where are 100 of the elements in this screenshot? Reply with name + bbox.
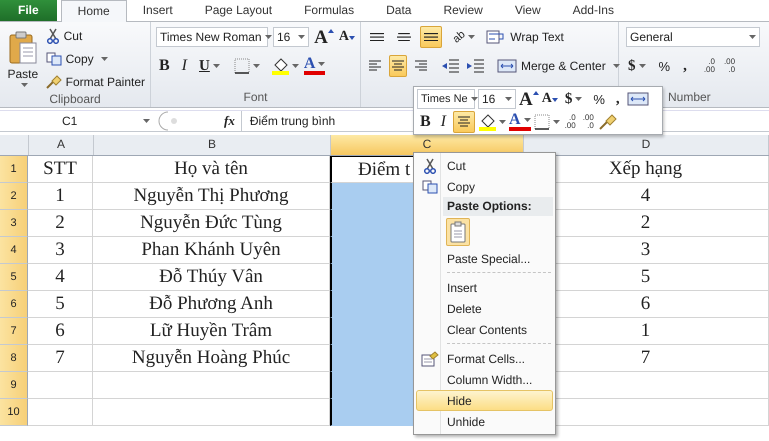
caret-icon xyxy=(749,35,756,39)
up-arrow-icon xyxy=(328,29,334,33)
ribbon-tab[interactable]: Data xyxy=(370,0,428,21)
currency-button[interactable]: $ xyxy=(624,58,650,74)
caret-icon xyxy=(575,97,582,101)
row-header[interactable]: 6 xyxy=(0,291,28,318)
menu-item[interactable]: Column Width... xyxy=(416,369,553,390)
merge-center-button[interactable]: Merge & Center xyxy=(497,56,620,76)
table-cell: Đỗ Phương Anh xyxy=(93,291,330,318)
ribbon-tab[interactable]: Add-Ins xyxy=(556,0,630,21)
row-header[interactable]: 10 xyxy=(0,399,28,426)
copy-button[interactable]: Copy xyxy=(46,49,145,69)
underline-button[interactable]: U xyxy=(196,56,223,76)
menu-item[interactable]: Hide xyxy=(416,390,553,411)
caret-icon xyxy=(638,64,646,68)
name-box[interactable]: C1 xyxy=(0,114,150,128)
font-color-button[interactable]: A xyxy=(304,57,326,75)
caret-icon xyxy=(505,97,512,101)
comma-style-button[interactable]: , xyxy=(612,90,624,108)
center-align-button[interactable] xyxy=(453,111,475,133)
scissors-icon xyxy=(423,158,437,174)
ribbon-tab[interactable]: View xyxy=(498,0,557,21)
table-cell: 6 xyxy=(28,318,93,345)
table-cell: STT xyxy=(28,156,93,183)
align-lines-icon xyxy=(424,32,438,42)
paste-option-button[interactable] xyxy=(446,218,470,246)
increase-decimal-button[interactable]: .0 .00 xyxy=(562,114,578,130)
fill-color-button[interactable] xyxy=(478,112,506,132)
fill-color-button[interactable] xyxy=(270,56,299,76)
ribbon-tab[interactable]: Page Layout xyxy=(188,0,288,21)
align-button[interactable] xyxy=(420,26,442,48)
font-color-button[interactable]: A xyxy=(509,113,531,131)
clipboard-icon xyxy=(8,31,38,65)
caret-icon xyxy=(292,64,299,68)
shrink-font-button[interactable]: A xyxy=(542,89,558,109)
align-button[interactable] xyxy=(389,55,407,77)
row-header[interactable]: 8 xyxy=(0,345,28,372)
decrease-indent-icon[interactable] xyxy=(441,58,461,74)
ribbon-tab[interactable]: Home xyxy=(60,0,127,22)
shrink-font-button[interactable]: A xyxy=(338,27,355,47)
merge-cells-icon[interactable] xyxy=(626,91,649,107)
increase-decimal-button[interactable]: .0 .00 xyxy=(702,58,717,74)
borders-button[interactable] xyxy=(534,112,560,132)
caret-icon xyxy=(20,83,28,87)
ribbon-tab[interactable]: Formulas xyxy=(288,0,370,21)
menu-item[interactable]: Unhide xyxy=(416,411,553,432)
font-size-dropdown[interactable]: 16 xyxy=(478,89,516,109)
insert-function-button[interactable]: fx xyxy=(224,113,235,129)
table-cell: 5 xyxy=(28,291,93,318)
format-painter-button[interactable]: Format Painter xyxy=(46,72,145,92)
row-header[interactable]: 2 xyxy=(0,183,28,210)
row-header[interactable]: 3 xyxy=(0,210,28,237)
caret-icon xyxy=(298,35,306,39)
percent-button[interactable]: % xyxy=(654,58,674,74)
table-cell: Họ và tên xyxy=(93,156,330,183)
scissors-icon xyxy=(46,28,60,44)
italic-button[interactable]: I xyxy=(436,112,450,132)
caret-icon xyxy=(264,35,272,39)
group-label: Number xyxy=(668,90,711,106)
row-header[interactable]: 9 xyxy=(0,372,28,399)
caret-icon xyxy=(612,64,620,68)
up-arrow-icon xyxy=(532,91,539,95)
comma-style-button[interactable]: , xyxy=(679,58,691,74)
italic-button[interactable]: I xyxy=(178,56,191,76)
borders-button[interactable] xyxy=(234,56,260,76)
bold-button[interactable]: B xyxy=(156,56,173,76)
font-size-dropdown[interactable]: 16 xyxy=(273,27,310,47)
caret-icon xyxy=(499,120,506,124)
down-arrow-icon xyxy=(349,36,355,40)
percent-button[interactable]: % xyxy=(589,92,609,106)
grow-font-button[interactable]: A xyxy=(314,27,334,47)
ribbon-tab[interactable]: Insert xyxy=(126,0,189,21)
column-header[interactable]: A xyxy=(29,135,94,155)
grow-font-button[interactable]: A xyxy=(519,89,539,109)
clipboard-icon xyxy=(449,221,467,243)
wrap-text-button[interactable]: Wrap Text xyxy=(486,27,564,47)
border-grid-icon xyxy=(534,114,550,130)
format-cells-icon xyxy=(421,350,439,366)
paste-button[interactable]: Paste xyxy=(5,31,41,87)
number-format-dropdown[interactable]: General xyxy=(626,27,760,47)
increase-indent-icon[interactable] xyxy=(466,58,486,74)
row-header[interactable]: 1 xyxy=(0,156,28,183)
column-header[interactable]: C xyxy=(331,135,524,155)
orientation-button[interactable]: ab xyxy=(453,27,476,47)
table-cell: 1 xyxy=(28,183,93,210)
paintbrush-icon[interactable] xyxy=(598,114,617,130)
row-header[interactable]: 4 xyxy=(0,237,28,264)
paint-bucket-icon xyxy=(270,57,289,75)
cut-button[interactable]: Cut xyxy=(46,26,145,46)
file-tab[interactable]: File xyxy=(0,0,57,21)
row-header[interactable]: 7 xyxy=(0,318,28,345)
decrease-decimal-button[interactable]: .00 .0 xyxy=(580,114,596,130)
currency-button[interactable]: $ xyxy=(560,90,586,108)
ribbon-tab[interactable]: Review xyxy=(427,0,499,21)
table-cell: Lữ Huyền Trâm xyxy=(93,318,330,345)
decrease-decimal-button[interactable]: .00 .0 xyxy=(722,58,738,74)
row-header[interactable]: 5 xyxy=(0,264,28,291)
menu-section-header: Paste Options: xyxy=(443,197,553,216)
font-name-dropdown[interactable]: Times Ne xyxy=(417,89,475,109)
bold-button[interactable]: B xyxy=(417,112,434,132)
